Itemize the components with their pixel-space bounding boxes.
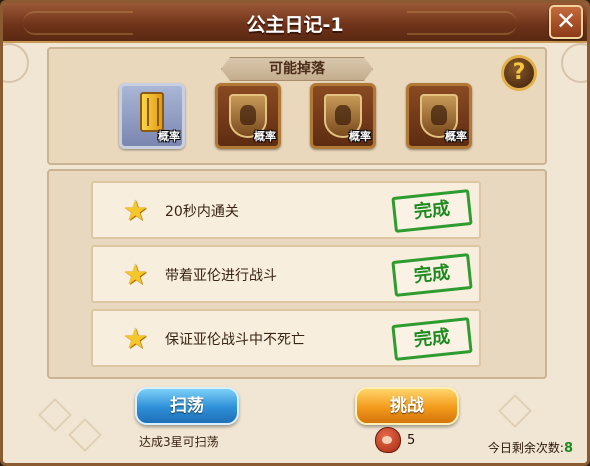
challenge-button[interactable]: 挑战 — [355, 387, 459, 425]
close-icon: ✕ — [555, 7, 577, 35]
close-button[interactable]: ✕ — [549, 5, 583, 39]
star-icon: ★ — [123, 258, 149, 291]
drops-header: 可能掉落 — [221, 57, 373, 81]
objective-row: ★ 20秒内通关 完成 — [91, 181, 481, 239]
drop-item-gold-coin[interactable]: 概率 — [119, 83, 185, 149]
objective-row: ★ 带着亚伦进行战斗 完成 — [91, 245, 481, 303]
remaining-value: 8 — [563, 441, 573, 456]
drop-item-weapon-shield[interactable]: 概率 — [215, 83, 281, 149]
remaining-attempts: 今日剩余次数:8 — [488, 439, 573, 456]
completed-stamp: 完成 — [391, 189, 473, 233]
sweep-button[interactable]: 扫荡 — [135, 387, 239, 425]
objective-text: 20秒内通关 — [165, 204, 239, 220]
objective-text: 保证亚伦战斗中不死亡 — [165, 332, 305, 348]
background-ornament-icon — [68, 418, 102, 452]
stage-dialog: 公主日记-1 ✕ 可能掉落 ? 概率 概率 概率 概率 ★ 20秒内通关 完成 … — [0, 0, 590, 466]
drop-rate-label: 概率 — [349, 130, 371, 143]
star-icon: ★ — [123, 322, 149, 355]
objective-text: 带着亚伦进行战斗 — [165, 268, 277, 284]
stamina-meat-icon — [375, 427, 401, 453]
background-ornament-icon — [498, 394, 532, 428]
scroll-ornament-icon — [3, 43, 29, 83]
scroll-ornament-icon — [561, 43, 587, 83]
remaining-label: 今日剩余次数: — [487, 441, 564, 455]
question-mark-icon: ? — [512, 60, 526, 85]
objective-row: ★ 保证亚伦战斗中不死亡 完成 — [91, 309, 481, 367]
drop-item-crest-shield[interactable]: 概率 — [310, 83, 376, 149]
help-button[interactable]: ? — [501, 55, 537, 91]
star-icon: ★ — [123, 194, 149, 227]
drop-rate-label: 概率 — [158, 130, 180, 143]
completed-stamp: 完成 — [391, 253, 473, 297]
drop-item-helmet-shield[interactable]: 概率 — [406, 83, 472, 149]
sweep-hint: 达成3星可扫荡 — [139, 435, 219, 449]
drop-rate-label: 概率 — [254, 130, 276, 143]
gold-coin-stack-icon — [140, 92, 164, 132]
drop-rate-label: 概率 — [445, 130, 467, 143]
stamina-cost: 5 — [407, 433, 416, 448]
completed-stamp: 完成 — [391, 317, 473, 361]
dialog-title: 公主日记-1 — [246, 14, 344, 36]
background-ornament-icon — [38, 398, 72, 432]
title-bar: 公主日记-1 — [3, 3, 587, 43]
